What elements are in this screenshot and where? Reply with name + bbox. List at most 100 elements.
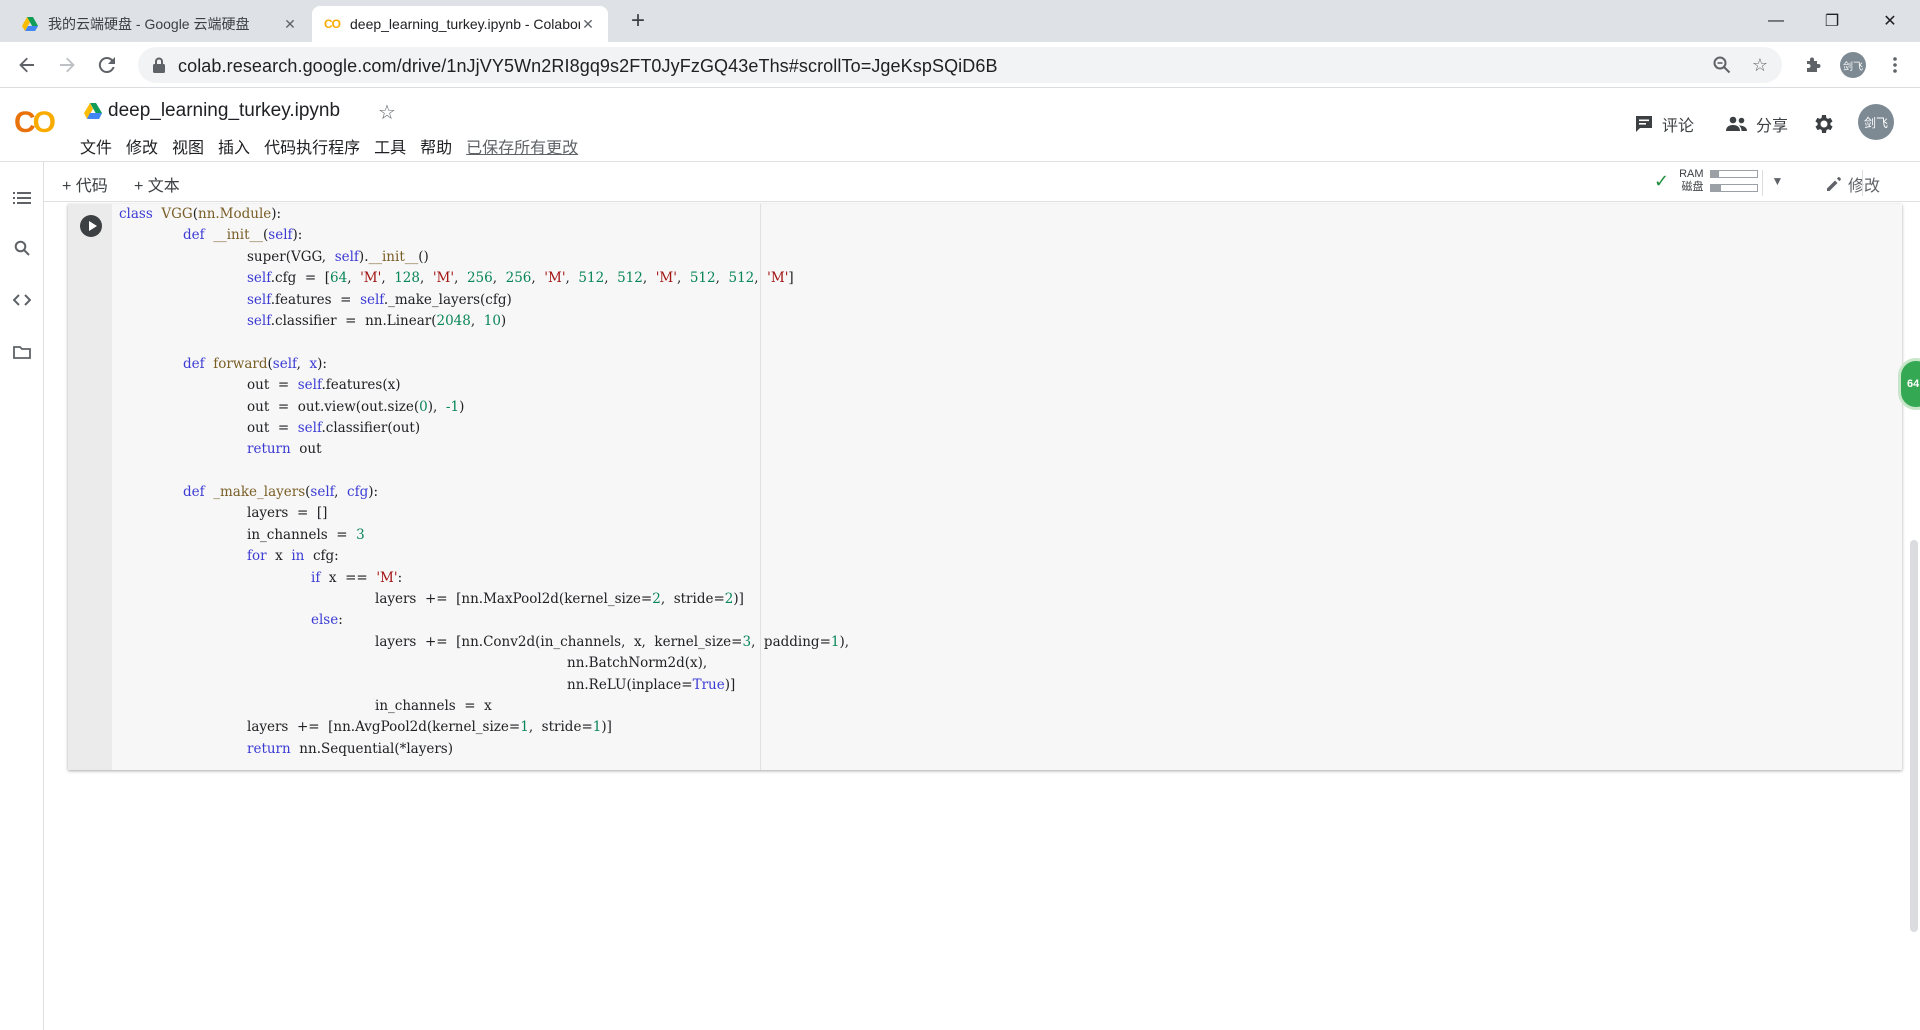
run-cell-button[interactable]	[80, 215, 102, 237]
runtime-resources[interactable]: ✓ RAM 磁盘 ▼	[1654, 168, 1783, 194]
close-icon[interactable]: ✕	[282, 16, 298, 33]
code-line[interactable]: self.classifier = nn.Linear(2048, 10)	[119, 311, 1889, 332]
code-token: self	[247, 291, 271, 308]
code-token: for	[247, 548, 267, 565]
code-token: ):	[292, 227, 303, 244]
code-token: cfg:	[304, 548, 339, 565]
lock-icon[interactable]	[152, 57, 168, 73]
scrollbar-thumb[interactable]	[1910, 540, 1918, 932]
code-line[interactable]: out = self.classifier(out)	[119, 418, 1889, 439]
menu-file[interactable]: 文件	[80, 134, 112, 158]
code-editor[interactable]: class VGG(nn.Module): def __init__(self):…	[119, 204, 1889, 760]
vertical-scrollbar[interactable]	[1906, 204, 1920, 934]
code-token: ):	[317, 355, 327, 372]
menu-edit[interactable]: 修改	[126, 134, 158, 158]
code-line[interactable]: self.features = self._make_layers(cfg)	[119, 290, 1889, 311]
menu-view[interactable]: 视图	[172, 134, 204, 158]
people-icon	[1726, 116, 1748, 132]
add-code-button[interactable]: + 代码	[62, 172, 108, 196]
tab-colab-notebook[interactable]: CO deep_learning_turkey.ipynb - Colabora…	[312, 6, 608, 42]
address-bar[interactable]: colab.research.google.com/drive/1nJjVY5W…	[138, 47, 1782, 83]
edit-button[interactable]: 修改	[1826, 172, 1880, 196]
code-token: def	[183, 355, 205, 372]
gear-icon[interactable]	[1812, 112, 1836, 136]
bookmark-star-icon[interactable]: ☆	[1748, 53, 1772, 77]
code-token: 512	[578, 270, 605, 287]
code-line[interactable]: nn.ReLU(inplace=True)]	[119, 675, 1889, 696]
colab-logo[interactable]: CO	[14, 106, 56, 140]
code-line[interactable]: layers = []	[119, 503, 1889, 524]
notebook-title[interactable]: deep_learning_turkey.ipynb	[108, 100, 340, 122]
code-token: self	[247, 312, 271, 329]
code-line[interactable]: out = self.features(x)	[119, 375, 1889, 396]
code-token: __init__	[213, 227, 263, 244]
speed-badge[interactable]: 64	[1898, 358, 1920, 410]
code-line[interactable]: else:	[119, 610, 1889, 631]
back-arrow-icon[interactable]	[12, 50, 42, 80]
new-tab-button[interactable]: +	[624, 8, 652, 36]
left-sidebar	[0, 162, 44, 1030]
url-text[interactable]: colab.research.google.com/drive/1nJjVY5W…	[178, 56, 998, 77]
table-of-contents-icon[interactable]	[10, 186, 34, 210]
zoom-icon[interactable]	[1710, 53, 1734, 77]
menu-runtime[interactable]: 代码执行程序	[264, 134, 360, 158]
code-line[interactable]: self.cfg = [64, 'M', 128, 'M', 256, 256,…	[119, 268, 1889, 289]
code-line[interactable]: class VGG(nn.Module):	[119, 204, 1889, 225]
code-token: -1	[445, 398, 460, 415]
code-line[interactable]: return out	[119, 439, 1889, 460]
folder-icon[interactable]	[10, 340, 34, 364]
forward-arrow-icon[interactable]	[52, 50, 82, 80]
code-line[interactable]: super(VGG, self).__init__()	[119, 247, 1889, 268]
code-line[interactable]: layers += [nn.AvgPool2d(kernel_size=1, s…	[119, 717, 1889, 738]
menu-help[interactable]: 帮助	[420, 134, 452, 158]
save-status[interactable]: 已保存所有更改	[466, 134, 578, 158]
browser-menu-icon[interactable]	[1880, 50, 1910, 80]
menu-tools[interactable]: 工具	[374, 134, 406, 158]
code-line[interactable]: for x in cfg:	[119, 546, 1889, 567]
menu-insert[interactable]: 插入	[218, 134, 250, 158]
code-line[interactable]: def __init__(self):	[119, 225, 1889, 246]
search-icon[interactable]	[10, 236, 34, 260]
code-token: if	[311, 569, 321, 586]
code-token: 'M'	[376, 569, 398, 586]
code-line[interactable]	[119, 461, 1889, 482]
code-token: ,	[531, 270, 545, 287]
star-icon[interactable]: ☆	[378, 100, 396, 125]
code-line[interactable]: in_channels = x	[119, 696, 1889, 717]
code-line[interactable]: layers += [nn.Conv2d(in_channels, x, ker…	[119, 632, 1889, 653]
code-line[interactable]: nn.BatchNorm2d(x),	[119, 653, 1889, 674]
window-close-button[interactable]: ✕	[1862, 0, 1918, 42]
code-token: ,	[565, 270, 579, 287]
code-line[interactable]: return nn.Sequential(*layers)	[119, 739, 1889, 760]
share-button[interactable]: 分享	[1726, 112, 1788, 136]
code-line[interactable]: layers += [nn.MaxPool2d(kernel_size=2, s…	[119, 589, 1889, 610]
code-cell[interactable]: class VGG(nn.Module): def __init__(self):…	[68, 204, 1902, 770]
comment-button[interactable]: 评论	[1634, 112, 1694, 136]
code-line[interactable]: in_channels = 3	[119, 525, 1889, 546]
reload-icon[interactable]	[92, 50, 122, 80]
user-avatar[interactable]: 剑飞	[1858, 104, 1894, 140]
code-line[interactable]: def _make_layers(self, cfg):	[119, 482, 1889, 503]
code-snippets-icon[interactable]	[10, 288, 34, 312]
minimize-button[interactable]: —	[1748, 0, 1804, 42]
code-token: VGG	[161, 206, 193, 222]
close-icon[interactable]: ✕	[580, 16, 596, 33]
code-line[interactable]: def forward(self, x):	[119, 354, 1889, 375]
code-token: self	[310, 484, 335, 501]
google-drive-icon[interactable]	[84, 103, 102, 119]
extensions-icon[interactable]	[1798, 50, 1828, 80]
code-token: 1	[520, 719, 529, 736]
tab-google-drive[interactable]: 我的云端硬盘 - Google 云端硬盘 ✕	[10, 6, 310, 42]
maximize-button[interactable]: ❐	[1804, 0, 1860, 42]
chevron-down-icon[interactable]: ▼	[1772, 174, 1784, 188]
add-text-button[interactable]: + 文本	[134, 172, 180, 196]
code-line[interactable]: out = out.view(out.size(0), -1)	[119, 397, 1889, 418]
code-token: out = out.view(out.size(	[247, 398, 420, 415]
code-token: 128	[394, 270, 420, 287]
profile-avatar[interactable]: 剑飞	[1840, 52, 1866, 78]
code-line[interactable]: if x == 'M':	[119, 568, 1889, 589]
code-token: .classifier(out)	[321, 419, 421, 436]
code-line[interactable]	[119, 332, 1889, 353]
edit-label: 修改	[1848, 178, 1881, 195]
code-token: 3	[356, 526, 365, 543]
